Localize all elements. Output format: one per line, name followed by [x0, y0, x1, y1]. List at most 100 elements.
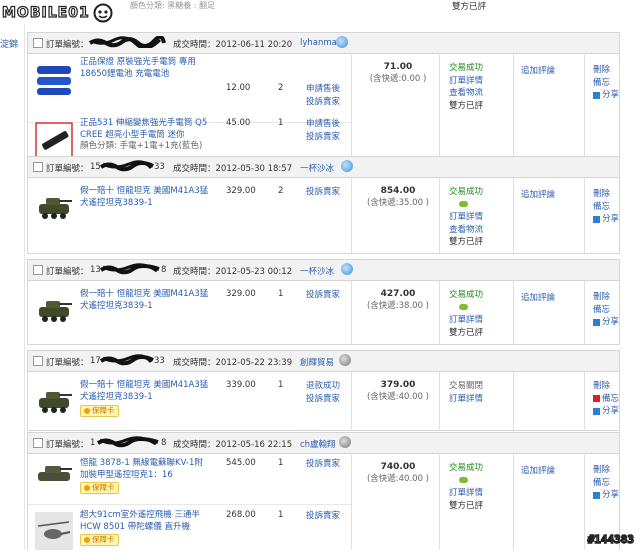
- chat-bubble-icon[interactable]: [459, 476, 468, 483]
- delete-link[interactable]: 刪除: [593, 64, 619, 77]
- share-link[interactable]: 分享: [602, 213, 619, 226]
- complain-seller-link[interactable]: 投訴賣家: [306, 96, 340, 109]
- delete-link[interactable]: 刪除: [593, 464, 619, 477]
- share-link[interactable]: 分享: [602, 89, 619, 102]
- order-checkbox[interactable]: [33, 38, 43, 48]
- memo-link[interactable]: 備忘: [593, 304, 619, 317]
- product-thumbnail[interactable]: [35, 60, 73, 98]
- item-price: 329.00: [226, 289, 256, 299]
- memo-link[interactable]: 備忘: [593, 477, 619, 490]
- wangwang-chat-icon[interactable]: [341, 263, 353, 275]
- share-link[interactable]: 分享: [602, 405, 619, 418]
- view-logistics-link[interactable]: 查看物流: [449, 224, 483, 237]
- wangwang-offline-icon[interactable]: [339, 354, 351, 366]
- add-review-link[interactable]: 追加評論: [521, 291, 555, 303]
- top-cropped-text: 顏色分類: 黑糖養 : 翻足: [130, 1, 216, 10]
- shipping-note: (含快遞:40.00 ): [366, 474, 430, 484]
- product-thumbnail[interactable]: [35, 289, 73, 327]
- product-title-link[interactable]: 假一賠十 恒龍坦克 美國M41A3猛犬遙控坦克3839-1: [80, 186, 210, 209]
- order-status: 交易成功 訂單詳情 查看物流 雙方已評: [449, 186, 483, 249]
- logo-text: MOBILE01: [1, 4, 90, 21]
- view-logistics-link[interactable]: 查看物流: [449, 87, 483, 100]
- order-number-suffix: 8: [161, 438, 167, 448]
- product-thumbnail[interactable]: [35, 512, 73, 550]
- complain-seller-link[interactable]: 投訴賣家: [306, 510, 340, 523]
- order-checkbox[interactable]: [33, 356, 43, 366]
- share-icon: [593, 318, 600, 326]
- complain-seller-link[interactable]: 投訴賣家: [306, 186, 340, 199]
- memo-link[interactable]: 備忘: [593, 201, 619, 214]
- share-link[interactable]: 分享: [602, 489, 619, 502]
- order-detail-link[interactable]: 訂單詳情: [449, 211, 483, 224]
- redaction-scribble: [96, 436, 159, 448]
- complain-seller-link[interactable]: 投訴賣家: [306, 458, 340, 471]
- product-title-link[interactable]: 假一賠十 恒龍坦克 美國M41A3猛犬遙控坦克3839-1: [80, 289, 210, 312]
- logo-face-icon: [93, 3, 113, 23]
- product-thumbnail[interactable]: [35, 380, 73, 418]
- add-review-link[interactable]: 追加評論: [521, 464, 555, 476]
- order-number-label: 訂單編號：: [46, 164, 89, 174]
- seller-link[interactable]: 創輝貿易: [300, 356, 334, 368]
- guarantee-card-badge[interactable]: 保障卡: [80, 482, 119, 494]
- total-amount: 71.00: [383, 62, 413, 72]
- total-amount: 740.00: [380, 462, 416, 472]
- share-link[interactable]: 分享: [602, 316, 619, 329]
- product-title-link[interactable]: 假一賠十 恒龍坦克 美國M41A3猛犬遙控坦克3839-1: [80, 380, 210, 403]
- order-header: 訂單編號： 17 33 成交時間：2012-05-22 23:39 創輝貿易: [28, 351, 619, 372]
- order-checkbox[interactable]: [33, 265, 43, 275]
- order-number-label: 訂單編號：: [46, 40, 89, 50]
- product-title-link[interactable]: 恒龍 3878-1 無線電蘇聯KV-1附加裝甲型遙控坦克1：16: [80, 458, 210, 481]
- redaction-scribble: [99, 160, 154, 172]
- delete-link[interactable]: 刪除: [593, 291, 619, 304]
- delete-link[interactable]: 刪除: [593, 188, 619, 201]
- delete-link[interactable]: 刪除: [593, 380, 619, 393]
- chat-bubble-icon[interactable]: [459, 200, 468, 207]
- guarantee-card-badge[interactable]: 保障卡: [80, 534, 119, 546]
- request-aftersales-link[interactable]: 申請售後: [306, 83, 340, 96]
- order-body: 恒龍 3878-1 無線電蘇聯KV-1附加裝甲型遙控坦克1：16 保障卡 545…: [28, 454, 619, 550]
- request-aftersales-link[interactable]: 申請售後: [306, 118, 340, 131]
- memo-link[interactable]: 備忘: [593, 77, 619, 90]
- product-title-link[interactable]: 正品保證 原裝強光手電筒 專用 18650鋰電池 充電電池: [80, 57, 210, 80]
- complain-seller-link[interactable]: 投訴賣家: [306, 393, 340, 406]
- guarantee-card-badge[interactable]: 保障卡: [80, 405, 119, 417]
- share-icon: [593, 91, 600, 99]
- order-detail-link[interactable]: 訂單詳情: [449, 314, 483, 327]
- wangwang-chat-icon[interactable]: [336, 36, 348, 48]
- complain-seller-link[interactable]: 投訴賣家: [306, 131, 340, 144]
- complain-seller-link[interactable]: 投訴賣家: [306, 289, 340, 302]
- wangwang-offline-icon[interactable]: [339, 436, 351, 448]
- order-detail-link[interactable]: 訂單詳情: [449, 75, 483, 88]
- chat-bubble-icon[interactable]: [459, 303, 468, 310]
- order-header: 訂單編號： 成交時間：2012-06-11 20:20 lyhanma: [28, 33, 619, 54]
- item-price: 12.00: [226, 83, 251, 93]
- order-checkbox[interactable]: [33, 438, 43, 448]
- seller-link[interactable]: ch盧翰翔: [300, 438, 336, 450]
- add-review-link[interactable]: 追加評論: [521, 188, 555, 200]
- product-thumbnail[interactable]: [35, 458, 73, 488]
- order-detail-link[interactable]: 訂單詳情: [449, 393, 483, 406]
- total-amount: 427.00: [380, 289, 416, 299]
- seller-link[interactable]: lyhanma: [300, 38, 337, 48]
- both-rated-text: 雙方已評: [449, 237, 484, 247]
- item-quantity: 2: [278, 186, 284, 196]
- both-rated-text: 雙方已評: [449, 327, 484, 338]
- seller-link[interactable]: 一杯沙冰: [300, 265, 334, 277]
- product-thumbnail[interactable]: [35, 122, 73, 160]
- memo-link[interactable]: 備忘: [602, 393, 619, 406]
- order-checkbox[interactable]: [33, 162, 43, 172]
- item-price: 45.00: [226, 118, 251, 128]
- shipping-note: (含快遞:38.00 ): [366, 301, 430, 311]
- sidebar-label[interactable]: 淀錦: [0, 37, 18, 50]
- order-item: 正品保證 原裝強光手電筒 專用 18650鋰電池 充電電池 12.00 2 申請…: [28, 54, 351, 107]
- seller-link[interactable]: 一杯沙冰: [300, 162, 334, 174]
- product-title-link[interactable]: 正品531 伸縮變焦強光手電筒 Q5 CREE 超亮小型手電筒 迷你: [80, 118, 210, 141]
- order-item: 超大91cm室外遙控飛機 三通半 HCW 8501 帶陀螺儀 直升機 保障卡 2…: [28, 506, 351, 552]
- redaction-scribble: [99, 263, 160, 275]
- status-closed: 交易關閉: [449, 381, 484, 391]
- order-detail-link[interactable]: 訂單詳情: [449, 487, 483, 500]
- product-thumbnail[interactable]: [35, 186, 73, 224]
- wangwang-chat-icon[interactable]: [341, 160, 353, 172]
- product-title-link[interactable]: 超大91cm室外遙控飛機 三通半 HCW 8501 帶陀螺儀 直升機: [80, 510, 210, 533]
- add-review-link[interactable]: 追加評論: [521, 64, 555, 76]
